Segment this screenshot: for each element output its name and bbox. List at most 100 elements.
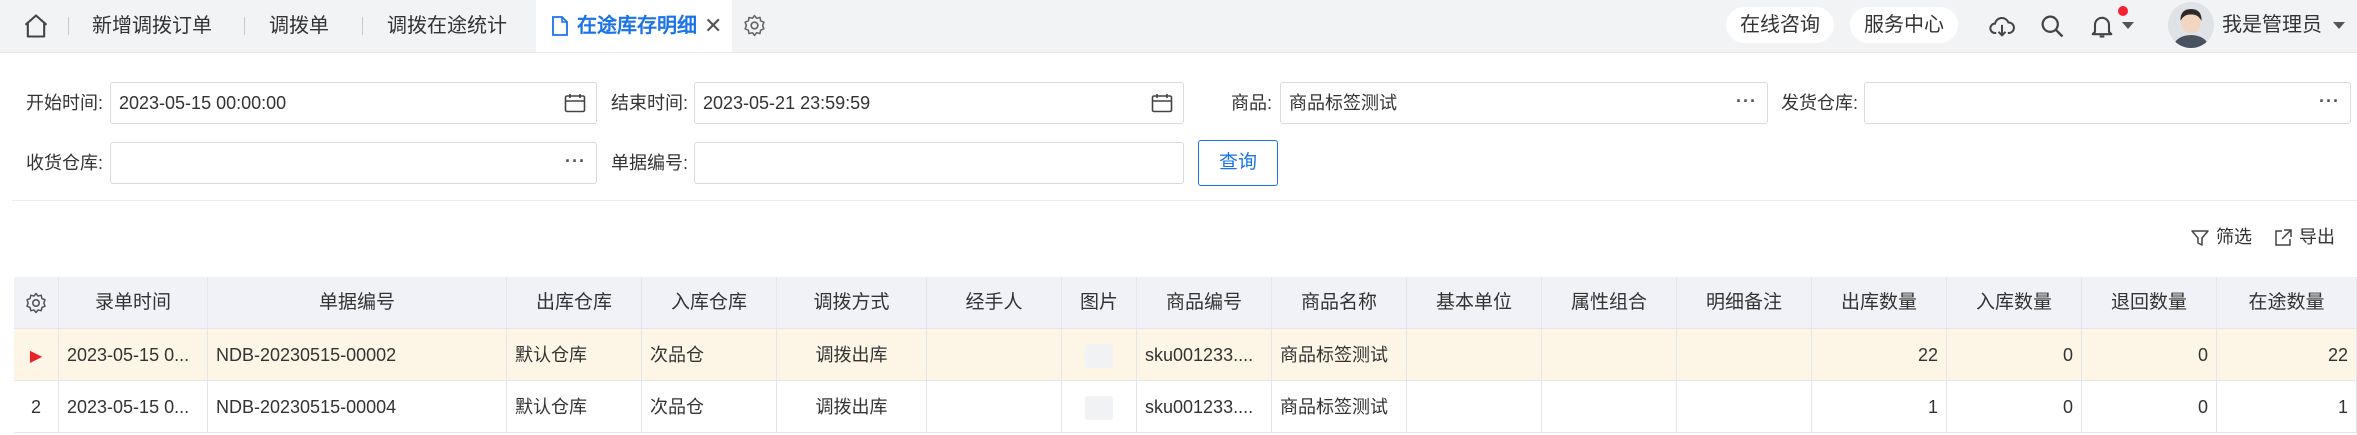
cell-doc-no: NDB-20230515-00004 — [208, 381, 507, 433]
filter-label: 筛选 — [2216, 227, 2252, 247]
chevron-down-icon[interactable] — [2333, 22, 2345, 29]
image-placeholder-icon — [1085, 396, 1113, 421]
to-warehouse-input[interactable]: ··· — [110, 142, 597, 184]
table-row[interactable]: ▶ 2023-05-15 0... NDB-20230515-00002 默认仓… — [14, 329, 2357, 381]
cell-in-qty: 0 — [1947, 381, 2082, 433]
cell-goods-code: sku001233.... — [1137, 329, 1272, 381]
column-header[interactable]: 明细备注 — [1677, 277, 1812, 329]
cell-handler — [927, 329, 1062, 381]
row-selected-marker: ▶ — [14, 329, 59, 381]
cell-attribute-combo — [1542, 329, 1677, 381]
cell-entry-time: 2023-05-15 0... — [59, 329, 208, 381]
column-header[interactable]: 属性组合 — [1542, 277, 1677, 329]
cell-out-qty: 22 — [1812, 329, 1947, 381]
cell-transfer-type: 调拨出库 — [777, 329, 927, 381]
column-header[interactable]: 出库数量 — [1812, 277, 1947, 329]
filter-icon — [2191, 230, 2209, 246]
online-consult-button[interactable]: 在线咨询 — [1726, 7, 1834, 43]
start-time-input[interactable]: 2023-05-15 00:00:00 — [110, 82, 597, 124]
notification-dot — [2118, 6, 2128, 16]
start-time-label: 开始时间: — [26, 93, 104, 113]
query-button[interactable]: 查询 — [1198, 140, 1278, 186]
cell-out-warehouse: 默认仓库 — [507, 381, 642, 433]
column-header[interactable]: 在途数量 — [2217, 277, 2357, 329]
tab-label: 在途库存明细 — [577, 15, 697, 37]
cell-detail-note — [1677, 329, 1812, 381]
home-icon[interactable] — [22, 12, 50, 40]
top-tab-bar: 新增调拨订单 调拨单 调拨在途统计 在途库存明细 ✕ 在线咨询 服务中心 我是管… — [0, 0, 2357, 53]
column-header[interactable]: 商品名称 — [1272, 277, 1407, 329]
row-index: 2 — [14, 381, 59, 433]
cell-in-warehouse: 次品仓 — [642, 329, 777, 381]
close-icon[interactable]: ✕ — [704, 0, 722, 52]
column-header[interactable]: 录单时间 — [59, 277, 208, 329]
start-time-value: 2023-05-15 00:00:00 — [119, 93, 287, 113]
more-icon[interactable]: ··· — [2319, 83, 2340, 119]
cell-attribute-combo — [1542, 381, 1677, 433]
cell-detail-note — [1677, 381, 1812, 433]
search-icon[interactable] — [2038, 12, 2066, 40]
tab-new-transfer-order[interactable]: 新增调拨订单 — [92, 0, 212, 52]
table-header-row: 录单时间 单据编号 出库仓库 入库仓库 调拨方式 经手人 图片 商品编号 商品名… — [14, 277, 2357, 329]
calendar-icon[interactable] — [564, 93, 586, 113]
cell-in-qty: 0 — [1947, 329, 2082, 381]
cell-goods-name: 商品标签测试 — [1272, 329, 1407, 381]
goods-value: 商品标签测试 — [1289, 93, 1397, 113]
cell-base-unit — [1407, 381, 1542, 433]
cell-goods-name: 商品标签测试 — [1272, 381, 1407, 433]
cell-return-qty: 0 — [2082, 381, 2217, 433]
column-header[interactable]: 入库仓库 — [642, 277, 777, 329]
cell-entry-time: 2023-05-15 0... — [59, 381, 208, 433]
gear-icon[interactable] — [742, 13, 767, 38]
goods-input[interactable]: 商品标签测试 ··· — [1280, 82, 1768, 124]
column-settings[interactable] — [14, 277, 59, 329]
caret-right-icon: ▶ — [29, 348, 43, 365]
column-header[interactable]: 图片 — [1062, 277, 1137, 329]
end-time-label: 结束时间: — [611, 93, 689, 113]
tab-transfer-in-transit-stats[interactable]: 调拨在途统计 — [387, 0, 507, 52]
column-header[interactable]: 入库数量 — [1947, 277, 2082, 329]
column-header[interactable]: 基本单位 — [1407, 277, 1542, 329]
service-center-button[interactable]: 服务中心 — [1850, 7, 1958, 43]
chevron-down-icon[interactable] — [2122, 22, 2134, 29]
user-avatar-icon — [2168, 2, 2214, 48]
cell-image[interactable] — [1062, 381, 1137, 433]
column-header[interactable]: 经手人 — [927, 277, 1062, 329]
calendar-icon[interactable] — [1151, 93, 1173, 113]
doc-no-input[interactable] — [694, 142, 1184, 184]
doc-no-label: 单据编号: — [611, 153, 689, 173]
cell-out-warehouse: 默认仓库 — [507, 329, 642, 381]
more-icon[interactable]: ··· — [1736, 83, 1757, 119]
cell-image[interactable] — [1062, 329, 1137, 381]
column-header[interactable]: 单据编号 — [208, 277, 507, 329]
cell-doc-no: NDB-20230515-00002 — [208, 329, 507, 381]
cell-handler — [927, 381, 1062, 433]
column-header[interactable]: 商品编号 — [1137, 277, 1272, 329]
cell-in-transit-qty: 22 — [2217, 329, 2357, 381]
cell-return-qty: 0 — [2082, 329, 2217, 381]
cell-out-qty: 1 — [1812, 381, 1947, 433]
column-header[interactable]: 退回数量 — [2082, 277, 2217, 329]
cell-base-unit — [1407, 329, 1542, 381]
export-icon — [2275, 229, 2292, 246]
cell-in-warehouse: 次品仓 — [642, 381, 777, 433]
from-warehouse-label: 发货仓库: — [1781, 93, 1859, 113]
from-warehouse-input[interactable]: ··· — [1864, 82, 2351, 124]
cloud-download-icon[interactable] — [1988, 12, 2016, 40]
tab-in-transit-inventory-detail[interactable]: 在途库存明细 ✕ — [536, 0, 732, 52]
cell-transfer-type: 调拨出库 — [777, 381, 927, 433]
tab-transfer-order[interactable]: 调拨单 — [269, 0, 329, 52]
tab-divider — [362, 17, 363, 35]
end-time-input[interactable]: 2023-05-21 23:59:59 — [694, 82, 1184, 124]
user-name[interactable]: 我是管理员 — [2222, 0, 2322, 52]
to-warehouse-label: 收货仓库: — [26, 153, 104, 173]
document-icon — [552, 16, 568, 36]
bell-icon[interactable] — [2088, 12, 2116, 40]
column-header[interactable]: 调拨方式 — [777, 277, 927, 329]
avatar[interactable] — [2168, 2, 2214, 48]
export-button[interactable]: 导出 — [2273, 224, 2335, 250]
filter-button[interactable]: 筛选 — [2190, 224, 2252, 250]
column-header[interactable]: 出库仓库 — [507, 277, 642, 329]
more-icon[interactable]: ··· — [565, 143, 586, 179]
table-row[interactable]: 2 2023-05-15 0... NDB-20230515-00004 默认仓… — [14, 381, 2357, 433]
